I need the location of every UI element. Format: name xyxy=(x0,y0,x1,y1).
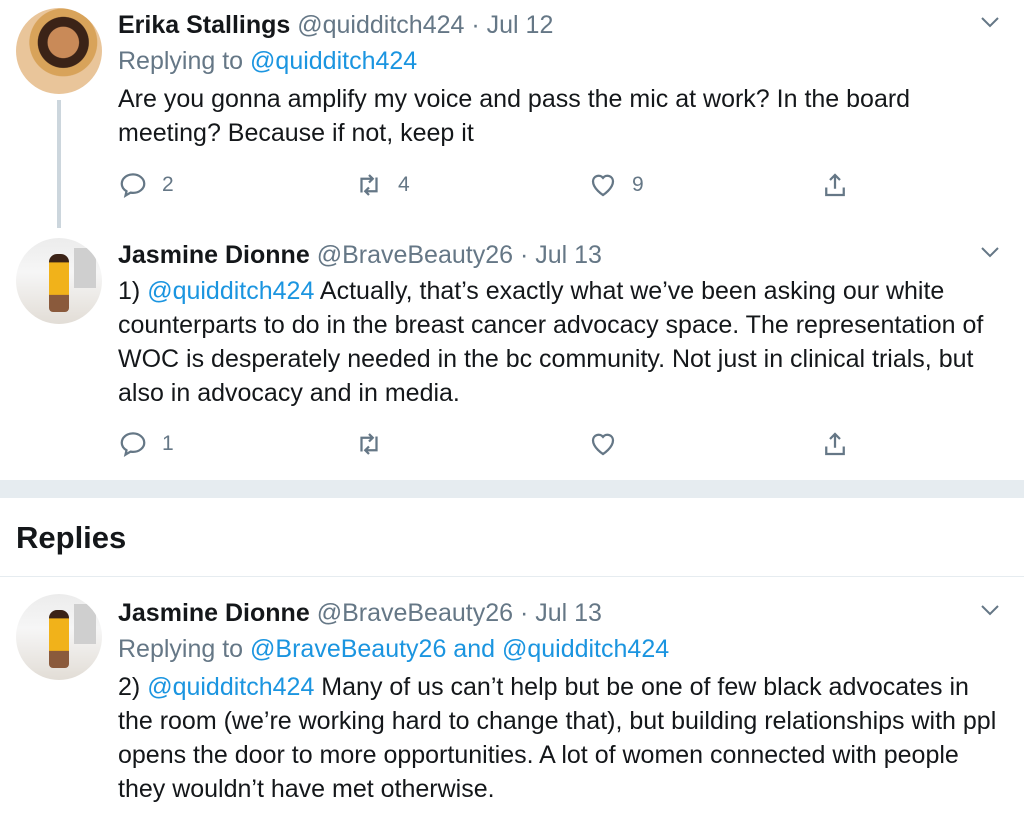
share-icon xyxy=(825,432,845,456)
retweet-icon xyxy=(360,433,378,455)
like-count: 9 xyxy=(632,173,644,196)
replying-prefix: Replying to xyxy=(118,635,244,663)
avatar-building xyxy=(74,248,96,288)
mention-link[interactable]: @quidditch424 xyxy=(147,673,314,701)
chevron-down-icon[interactable] xyxy=(978,598,1002,622)
tweet[interactable]: Erika Stallings @quidditch424 · Jul 12 R… xyxy=(0,0,1024,215)
author-name[interactable]: Jasmine Dionne xyxy=(118,599,310,627)
share-button[interactable] xyxy=(820,170,850,200)
share-button[interactable] xyxy=(820,429,850,459)
avatar[interactable] xyxy=(16,594,102,680)
tweet[interactable]: Jasmine Dionne @BraveBeauty26 · Jul 13 1… xyxy=(0,228,1024,478)
reply-icon xyxy=(120,173,146,198)
replying-to-link[interactable]: @BraveBeauty26 and @quidditch424 xyxy=(250,635,669,663)
replying-prefix: Replying to xyxy=(118,47,244,75)
separator-dot: · xyxy=(519,241,529,269)
mention-link[interactable]: @quidditch424 xyxy=(147,277,314,305)
replying-to: Replying to @quidditch424 xyxy=(118,46,1004,76)
author-handle[interactable]: @BraveBeauty26 xyxy=(317,241,513,269)
like-icon xyxy=(591,433,615,456)
reply-count: 2 xyxy=(162,173,174,196)
tweet-actions: 2 4 9 xyxy=(118,170,858,204)
tweet-date[interactable]: Jul 13 xyxy=(535,599,602,627)
author-handle[interactable]: @BraveBeauty26 xyxy=(317,599,513,627)
tweet-text: Are you gonna amplify my voice and pass … xyxy=(118,85,911,147)
thread-number: 1) xyxy=(118,277,148,305)
reply-button[interactable]: 2 xyxy=(118,170,174,200)
tweet-text: 2) @quidditch424 Many of us can’t help b… xyxy=(118,670,1004,806)
section-separator xyxy=(0,480,1024,498)
retweet-button[interactable]: 4 xyxy=(354,170,410,200)
tweet[interactable]: Jasmine Dionne @BraveBeauty26 · Jul 13 R… xyxy=(0,586,1024,829)
avatar[interactable] xyxy=(16,8,102,94)
replying-to-link[interactable]: @quidditch424 xyxy=(250,47,417,75)
tweet-date[interactable]: Jul 12 xyxy=(487,11,554,39)
author-handle[interactable]: @quidditch424 xyxy=(297,11,464,39)
avatar-building xyxy=(74,604,96,644)
avatar-figure xyxy=(49,610,69,668)
replying-to: Replying to @BraveBeauty26 and @quidditc… xyxy=(118,634,1004,664)
retweet-icon xyxy=(360,174,378,196)
reply-button[interactable]: 1 xyxy=(118,429,174,459)
tweet-text: 1) @quidditch424 Actually, that’s exactl… xyxy=(118,274,1004,410)
chevron-down-icon[interactable] xyxy=(978,240,1002,264)
separator-dot: · xyxy=(519,599,529,627)
like-button[interactable]: 9 xyxy=(588,170,644,200)
author-name[interactable]: Jasmine Dionne xyxy=(118,241,310,269)
like-icon xyxy=(591,174,615,197)
retweet-count: 4 xyxy=(398,173,410,196)
separator-dot: · xyxy=(471,11,480,39)
tweet-date[interactable]: Jul 13 xyxy=(535,241,602,269)
reply-icon xyxy=(120,432,146,457)
tweet-header: Jasmine Dionne @BraveBeauty26 · Jul 13 xyxy=(118,240,1004,270)
divider xyxy=(0,576,1024,577)
thread-number: 2) xyxy=(118,673,148,701)
avatar[interactable] xyxy=(16,238,102,324)
author-name[interactable]: Erika Stallings xyxy=(118,11,290,39)
replies-heading: Replies xyxy=(16,520,127,555)
chevron-down-icon[interactable] xyxy=(978,10,1002,34)
tweet-actions: 1 xyxy=(118,429,858,463)
tweet-header: Erika Stallings @quidditch424 · Jul 12 xyxy=(118,10,1004,40)
reply-count: 1 xyxy=(162,432,174,455)
tweet-header: Jasmine Dionne @BraveBeauty26 · Jul 13 xyxy=(118,598,1004,628)
like-button[interactable] xyxy=(588,429,618,459)
share-icon xyxy=(825,173,845,197)
retweet-button[interactable] xyxy=(354,429,384,459)
avatar-figure xyxy=(49,254,69,312)
